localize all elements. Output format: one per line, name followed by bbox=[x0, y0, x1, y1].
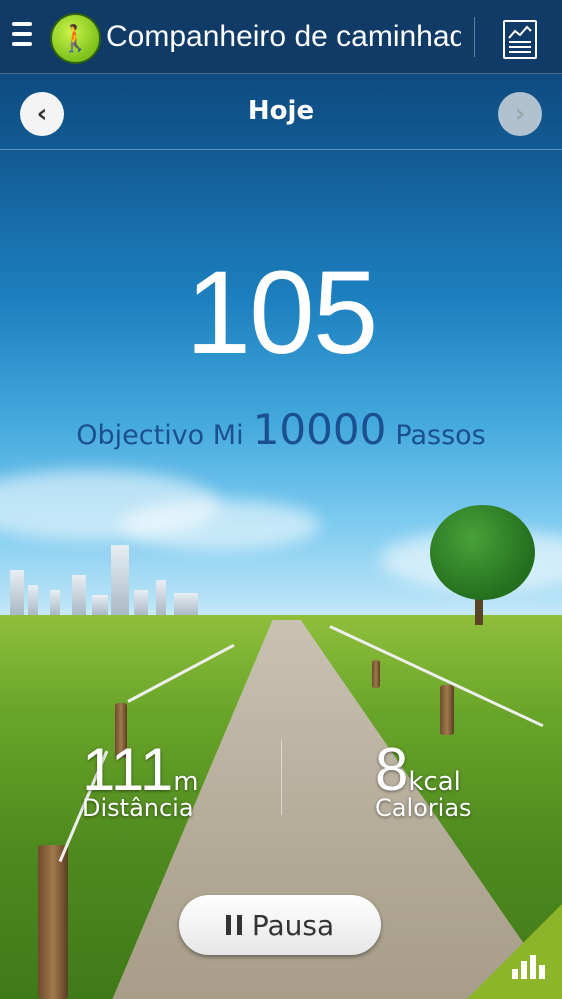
calories-label: Calorias bbox=[375, 794, 472, 822]
step-goal: Objectivo Mi 10000 Passos bbox=[0, 405, 562, 454]
distance-stat: 111m Distância bbox=[82, 735, 199, 822]
chart-report-icon[interactable] bbox=[503, 20, 537, 59]
goal-suffix: Passos bbox=[395, 420, 486, 451]
date-navigation: ‹ Hoje › bbox=[0, 74, 562, 150]
calories-stat: 8kcal Calorias bbox=[375, 735, 472, 822]
bar-chart-icon[interactable] bbox=[512, 951, 546, 979]
date-label: Hoje bbox=[247, 96, 315, 126]
next-day-button[interactable]: › bbox=[498, 92, 542, 136]
distance-label: Distância bbox=[82, 794, 194, 822]
app-bar: 🚶 Companheiro de caminhad bbox=[0, 0, 562, 74]
pause-label: Pausa bbox=[251, 908, 335, 942]
walking-person-icon: 🚶 bbox=[50, 13, 101, 64]
step-count: 105 bbox=[185, 247, 379, 379]
stats-divider bbox=[281, 740, 282, 815]
calories-unit: kcal bbox=[408, 767, 461, 797]
distance-value: 111 bbox=[82, 736, 174, 803]
calories-value: 8 bbox=[375, 736, 409, 803]
chevron-right-icon: › bbox=[514, 99, 526, 129]
pause-button[interactable]: Pausa bbox=[179, 895, 381, 955]
distance-unit: m bbox=[173, 767, 199, 797]
pause-icon bbox=[225, 915, 242, 935]
app-title: Companheiro de caminhad bbox=[106, 20, 461, 53]
goal-value: 10000 bbox=[252, 405, 387, 454]
goal-prefix: Objectivo Mi bbox=[76, 420, 244, 451]
header-divider bbox=[474, 17, 475, 57]
menu-icon[interactable] bbox=[12, 22, 32, 52]
